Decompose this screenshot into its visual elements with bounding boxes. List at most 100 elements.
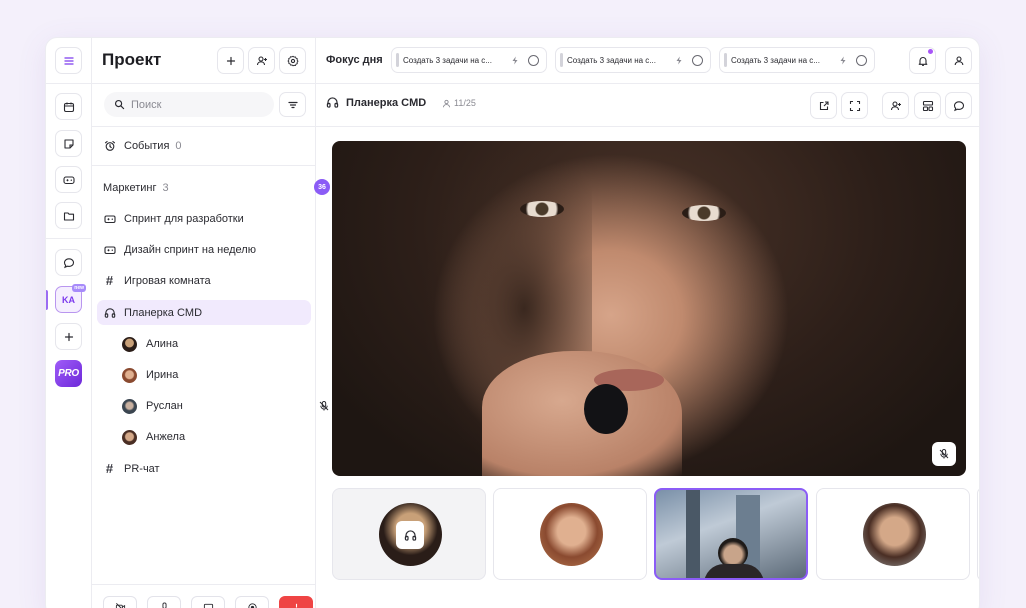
camera-off-button[interactable]	[103, 596, 137, 608]
notifications-button[interactable]	[909, 47, 936, 74]
pro-badge[interactable]: PRO	[55, 360, 82, 387]
events-item[interactable]: События 0	[97, 133, 311, 158]
channel-item[interactable]: # PR-чат	[97, 456, 311, 481]
hash-icon: #	[105, 461, 114, 476]
profile-button[interactable]	[945, 47, 972, 74]
calendar-icon	[63, 102, 74, 112]
participant-tile-active[interactable]	[654, 488, 808, 580]
avatar	[863, 503, 926, 566]
events-count: 0	[175, 139, 182, 152]
user-icon	[954, 55, 963, 65]
participant-tile[interactable]	[493, 488, 647, 580]
member-item[interactable]: Анжела	[122, 427, 185, 447]
plus-icon	[64, 332, 73, 341]
user-plus-icon	[890, 100, 901, 110]
note-icon	[63, 138, 74, 149]
layout-button[interactable]	[914, 92, 941, 119]
files-button[interactable]	[55, 202, 82, 229]
member-name: Ирина	[146, 369, 179, 381]
headphones-icon	[103, 306, 116, 319]
task-text: Создать 3 задачи на с...	[567, 55, 656, 65]
focus-task[interactable]: Создать 3 задачи на с...	[555, 47, 711, 73]
add-workspace-button[interactable]	[55, 323, 82, 350]
sidebar-divider	[92, 83, 315, 84]
open-external-button[interactable]	[810, 92, 837, 119]
external-link-icon	[819, 100, 829, 110]
left-rail: KA new PRO	[46, 38, 92, 608]
leave-call-button[interactable]	[279, 596, 313, 608]
task-checkbox[interactable]	[856, 54, 867, 66]
video-frame-detail	[482, 351, 682, 476]
video-frame-detail	[584, 384, 628, 434]
workspace-avatar[interactable]: KA new	[55, 284, 86, 313]
avatar	[122, 367, 137, 383]
screen-share-button[interactable]	[191, 596, 225, 608]
focus-task[interactable]: Создать 3 задачи на с...	[719, 47, 875, 73]
channel-item[interactable]: Дизайн спринт на неделю	[97, 237, 311, 262]
invite-button[interactable]	[882, 92, 909, 119]
menu-button[interactable]	[55, 47, 82, 74]
active-indicator	[46, 290, 48, 310]
project-title: Проект	[102, 50, 162, 69]
settings-button[interactable]	[279, 47, 306, 74]
filter-icon	[287, 101, 298, 108]
member-item[interactable]: Алина	[122, 334, 178, 354]
participant-tile[interactable]	[816, 488, 970, 580]
app-window: KA new PRO Проект События	[45, 37, 980, 608]
main-video[interactable]	[332, 141, 966, 476]
focus-task[interactable]: Создать 3 задачи на с...	[391, 47, 547, 73]
filter-button[interactable]	[279, 92, 306, 117]
fullscreen-icon	[849, 100, 860, 111]
member-item[interactable]: Руслан	[122, 396, 183, 416]
add-button[interactable]	[217, 47, 244, 74]
mic-off-icon	[939, 449, 949, 459]
channel-title: Планерка CMD	[326, 96, 426, 109]
channel-label: Дизайн спринт на неделю	[124, 243, 256, 256]
search-input[interactable]	[131, 98, 261, 111]
record-button[interactable]	[235, 596, 269, 608]
participant-tile[interactable]	[332, 488, 486, 580]
channel-item-active[interactable]: Планерка CMD	[97, 300, 311, 325]
participant-tile[interactable]	[977, 488, 979, 580]
fullscreen-button[interactable]	[841, 92, 868, 119]
participants-text: 11/25	[454, 98, 476, 108]
mic-button[interactable]	[147, 596, 181, 608]
pro-label: PRO	[58, 368, 79, 379]
games-button[interactable]	[55, 166, 82, 193]
chat-button[interactable]	[55, 249, 82, 276]
sidebar-divider	[92, 126, 315, 127]
workspace-initials: KA	[62, 294, 75, 305]
focus-label: Фокус дня	[326, 54, 383, 66]
chat-bubble-icon	[953, 100, 964, 111]
topbar-divider	[316, 83, 979, 84]
chat-button[interactable]	[945, 92, 972, 119]
task-priority-bar	[560, 53, 563, 67]
channel-item[interactable]: Спринт для разработки	[97, 206, 311, 231]
task-checkbox[interactable]	[528, 54, 539, 66]
video-frame-detail	[686, 490, 700, 578]
add-user-button[interactable]	[248, 47, 275, 74]
new-tag: new	[72, 284, 86, 292]
group-label: Маркетинг	[103, 181, 157, 194]
calendar-button[interactable]	[55, 93, 82, 120]
member-name: Анжела	[146, 431, 186, 443]
phone-hangup-icon	[295, 603, 297, 608]
record-icon	[247, 603, 257, 608]
channel-item[interactable]: # Игровая комната	[97, 268, 311, 293]
events-label: События	[124, 139, 170, 152]
task-text: Создать 3 задачи на с...	[731, 55, 820, 65]
alarm-clock-icon	[103, 139, 116, 152]
sidebar: Проект События 0 Маркетинг 3 36	[92, 38, 350, 608]
camera-off-icon	[115, 603, 125, 608]
channel-label: Игровая комната	[124, 274, 211, 287]
sidebar-divider	[92, 165, 315, 166]
search-field[interactable]	[104, 92, 274, 117]
speaker-mute-indicator[interactable]	[932, 442, 956, 466]
notes-button[interactable]	[55, 130, 82, 157]
video-frame-detail	[682, 205, 726, 221]
member-item[interactable]: Ирина	[122, 365, 178, 385]
group-marketing[interactable]: Маркетинг 3	[97, 175, 311, 200]
group-count: 3	[162, 181, 169, 194]
lightning-icon	[840, 56, 846, 64]
task-checkbox[interactable]	[692, 54, 703, 66]
